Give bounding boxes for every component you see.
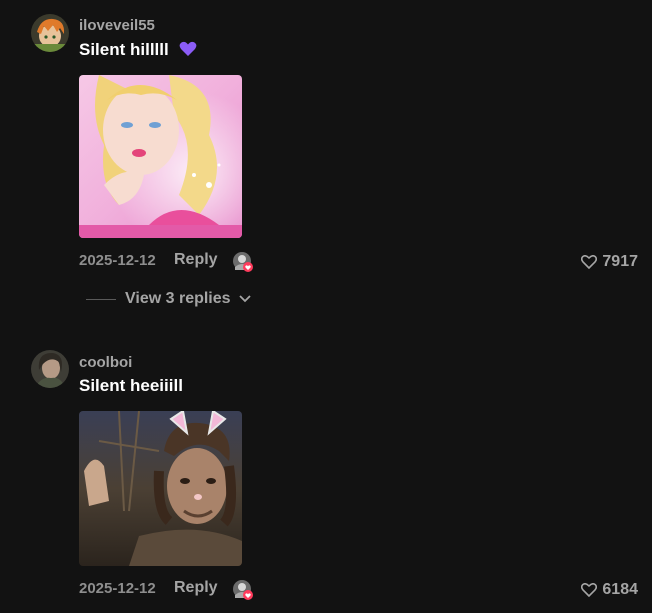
like-count: 7917 [602, 253, 638, 270]
reply-button[interactable]: Reply [174, 579, 218, 597]
comment-username[interactable]: iloveveil55 [79, 17, 155, 34]
comment-image[interactable] [79, 411, 242, 566]
reply-button[interactable]: Reply [174, 251, 218, 269]
view-replies-label: View 3 replies [125, 290, 231, 307]
comment-date: 2025-12-12 [79, 580, 156, 597]
like-button[interactable]: 6184 [581, 581, 638, 599]
comment-text-body: Silent hilllll [79, 40, 169, 59]
comment-item: iloveveil55 Silent hilllll 2025-12-12 Re… [0, 0, 652, 330]
like-button[interactable]: 7917 [581, 253, 638, 271]
comment-item: coolboi Silent heeiiill 2025-12-12 Reply… [0, 340, 652, 613]
avatar[interactable] [31, 350, 69, 388]
creator-liked-avatar [232, 579, 253, 600]
comment-image[interactable] [79, 75, 242, 238]
creator-liked-avatar [232, 251, 253, 272]
chevron-down-icon [238, 290, 251, 308]
comment-text: Silent heeiiill [79, 376, 183, 395]
comment-text: Silent hilllll [79, 40, 197, 62]
heart-icon [581, 255, 598, 269]
like-count: 6184 [602, 581, 638, 598]
view-replies-button[interactable]: View 3 replies [86, 290, 251, 308]
avatar[interactable] [31, 14, 69, 52]
heart-icon [581, 583, 598, 597]
comment-username[interactable]: coolboi [79, 354, 132, 371]
comment-date: 2025-12-12 [79, 252, 156, 269]
purple-heart-icon [179, 41, 197, 62]
divider [86, 298, 116, 300]
